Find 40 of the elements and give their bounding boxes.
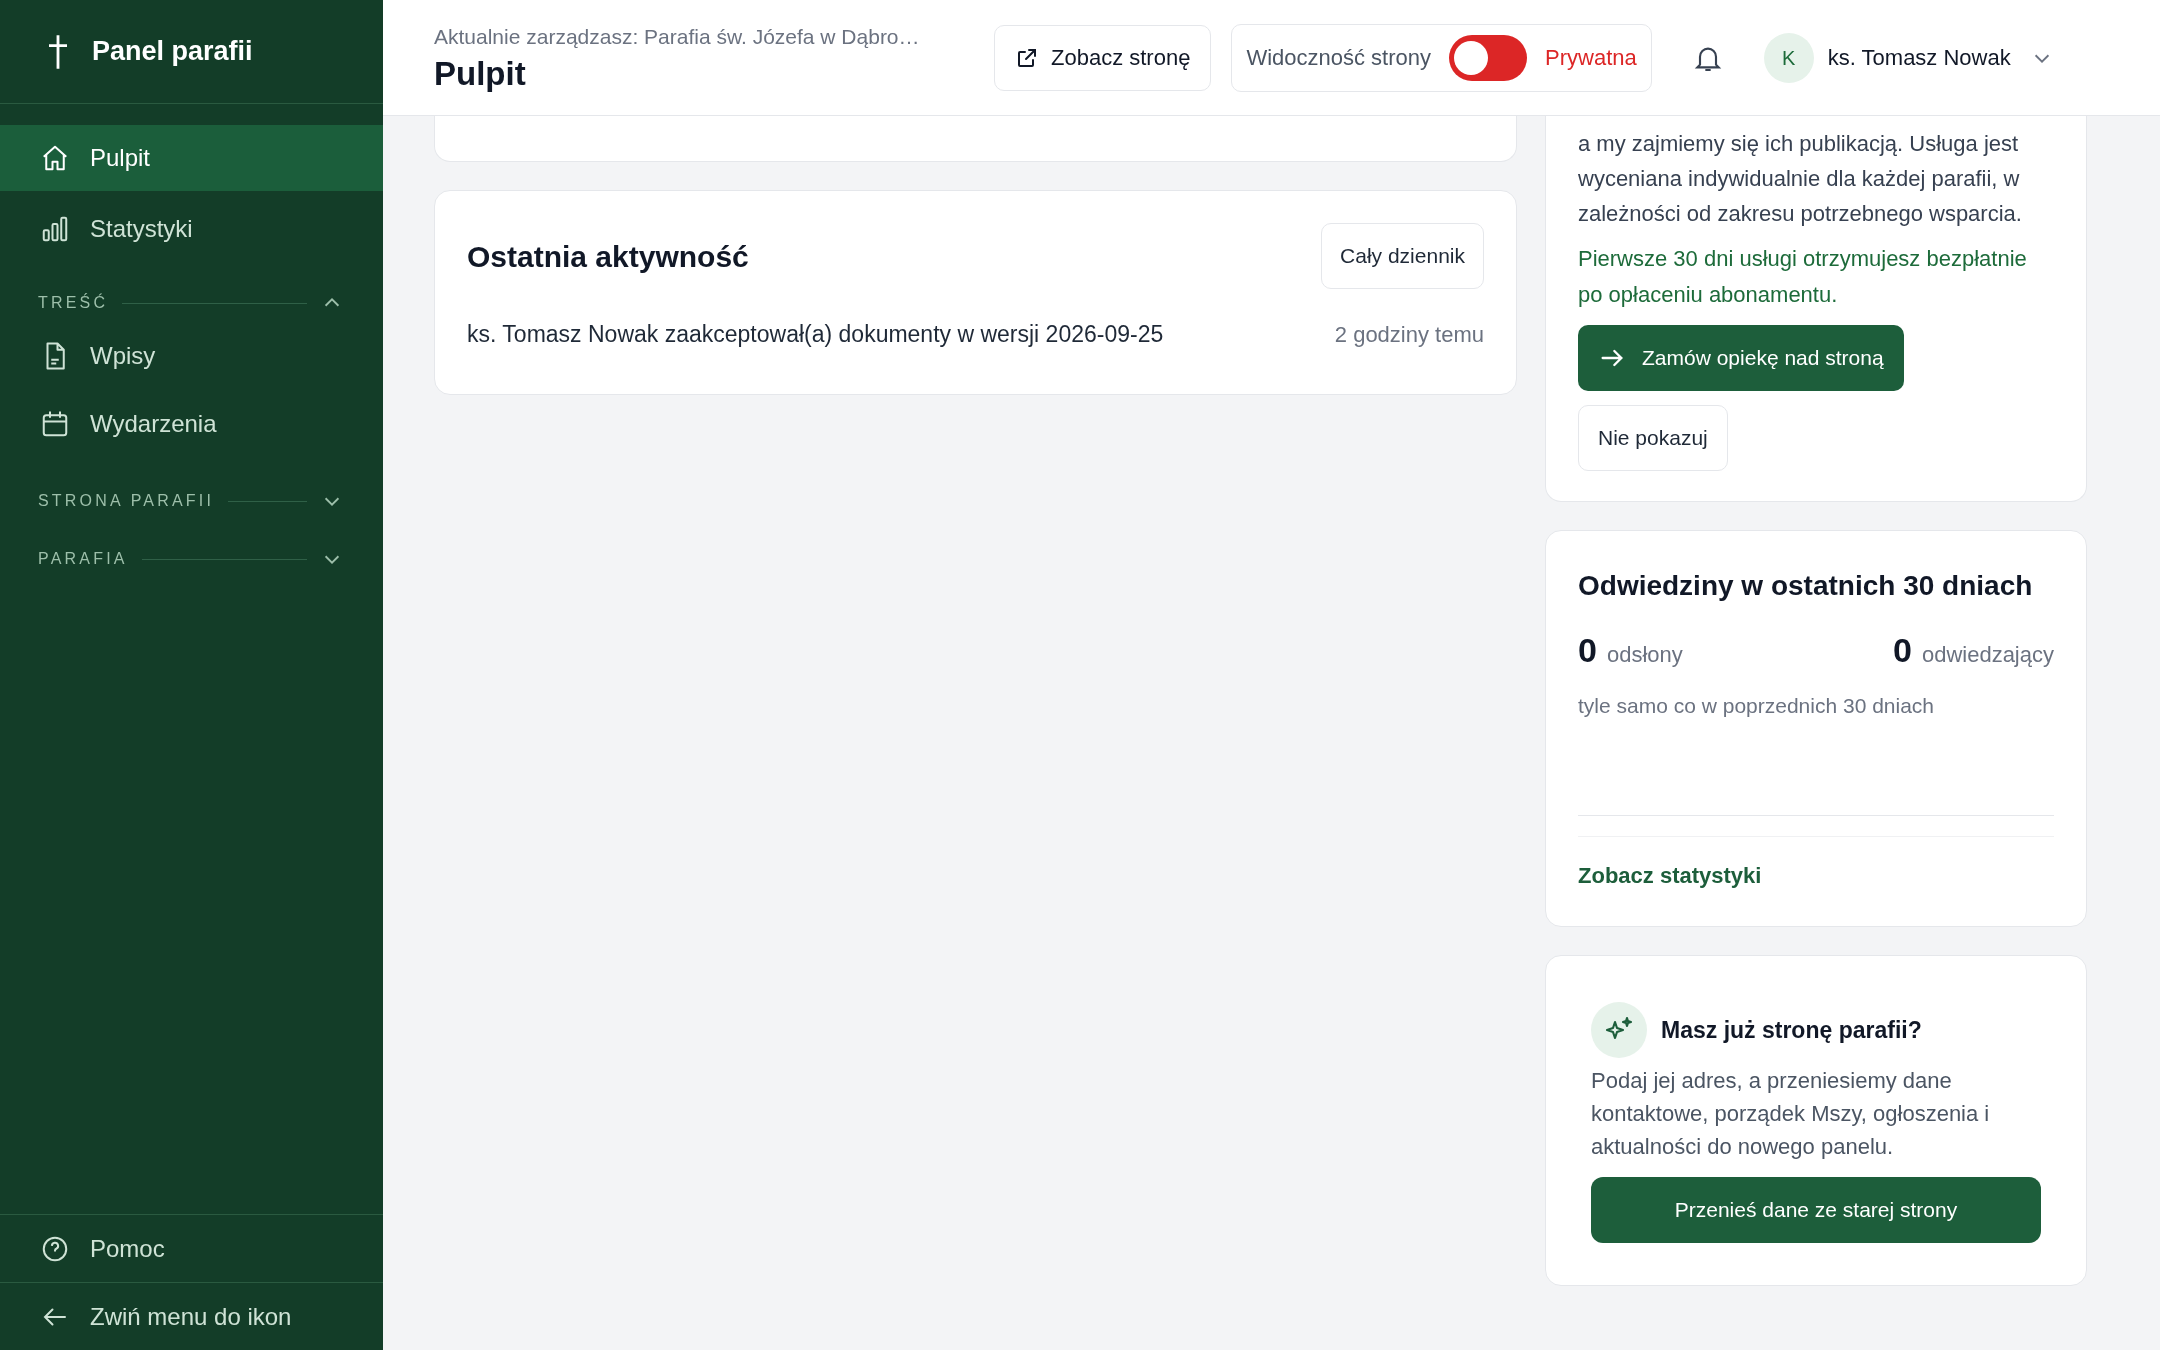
card-title: Masz już stronę parafii? — [1661, 1015, 1922, 1045]
stat-value: 0 — [1578, 630, 1597, 671]
section-toggle[interactable]: TREŚĆ — [0, 288, 383, 318]
user-menu[interactable]: K ks. Tomasz Nowak — [1763, 32, 2053, 83]
activity-time: 2 godziny temu — [1334, 320, 1484, 349]
stat-label: odsłony — [1606, 641, 1683, 669]
statistics-link[interactable]: Zobacz statystyki — [1578, 859, 1762, 892]
visibility-switch[interactable] — [1449, 34, 1528, 81]
user-name: ks. Tomasz Nowak — [1827, 44, 2011, 72]
sidebar-item[interactable]: Statystyki — [0, 196, 383, 262]
app-title: Panel parafii — [92, 35, 253, 69]
sidebar-item[interactable]: Pulpit — [0, 125, 383, 191]
section-toggle[interactable]: STRONA PARAFII — [0, 486, 383, 516]
dismiss-button[interactable]: Nie pokazuj — [1578, 405, 1728, 471]
care-description: a my zajmiemy się ich publikacją. Usługa jest wyceniana indywidualnie dla każdej parafii, w zależności od zakresu potrzebnego wsparcia. — [1578, 130, 2023, 228]
sparkle-icon — [1591, 1002, 1647, 1058]
activity-text: ks. Tomasz Nowak zaakceptował(a) dokumenty w wersji 2026-09-25 — [467, 320, 1164, 349]
visibility-state: Prywatna — [1545, 44, 1637, 72]
sidebar-item[interactable]: Wydarzenia — [0, 390, 383, 458]
context-text: Aktualnie zarządzasz: Parafia św. Józefa w Dąbro… — [434, 24, 921, 51]
migrate-button[interactable]: Przenieś dane ze starej strony — [1591, 1177, 2041, 1243]
page-title: Pulpit — [434, 53, 527, 94]
section-toggle[interactable]: PARAFIA — [0, 544, 383, 574]
sidebar-footer-item[interactable]: Zwiń menu do ikon — [0, 1282, 383, 1350]
order-care-button[interactable]: Zamów opiekę nad stroną — [1578, 325, 1904, 391]
bar-chart-icon — [40, 214, 70, 244]
user-avatar: K — [1763, 32, 1814, 83]
view-site-button[interactable]: Zobacz stronę — [994, 24, 1212, 91]
comparison-text: tyle samo co w poprzednich 30 dniach — [1578, 693, 1936, 719]
full-log-button[interactable]: Cały dziennik — [1321, 223, 1484, 289]
sidebar-footer-item[interactable]: Pomoc — [0, 1214, 383, 1282]
sidebar-item[interactable]: Wpisy — [0, 322, 383, 390]
visibility-label: Widoczność strony — [1246, 44, 1432, 72]
stat-value: 0 — [1893, 630, 1912, 671]
promo-text: Pierwsze 30 dni usługi otrzymujesz bezpłatnie po opłaceniu abonamentu. — [1578, 245, 2028, 309]
stat-label: odwiedzający — [1921, 641, 2054, 669]
calendar-icon — [40, 409, 70, 439]
migration-description: Podaj jej adres, a przeniesiemy dane kontaktowe, porządek Mszy, ogłoszenia i aktualności do nowego panelu. — [1591, 1067, 1991, 1161]
card-title: Odwiedziny w ostatnich 30 dniach — [1578, 569, 2034, 603]
card-title: Ostatnia aktywność — [467, 238, 749, 275]
